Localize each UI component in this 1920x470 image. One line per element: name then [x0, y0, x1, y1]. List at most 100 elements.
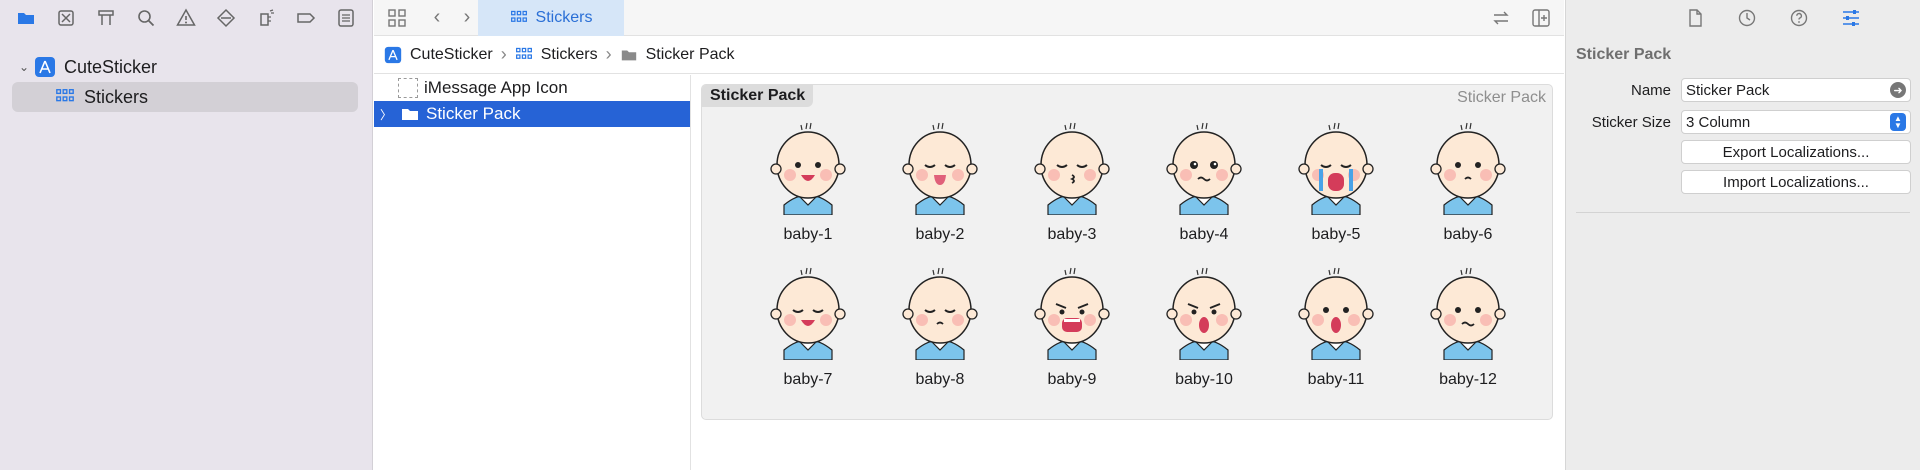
sticker-item[interactable]: baby-6 — [1402, 119, 1534, 244]
sticker-item[interactable]: baby-3 — [1006, 119, 1138, 244]
chevron-right-icon: › — [605, 44, 612, 64]
folder-icon — [402, 109, 418, 120]
sticker-grid: baby-1 baby-2 baby-3 baby-4 baby-5 baby-6 baby… — [742, 119, 1542, 389]
tab-label: Stickers — [535, 9, 593, 26]
export-localizations-button[interactable]: Export Localizations... — [1681, 140, 1911, 164]
name-label: Name — [1630, 81, 1671, 99]
issue-icon[interactable] — [170, 4, 202, 32]
sticker-size-label: Sticker Size — [1591, 113, 1671, 131]
asset-catalog-icon — [510, 10, 527, 22]
asset-catalog-icon — [515, 47, 532, 59]
help-inspector-icon[interactable] — [1783, 4, 1815, 32]
disclosure-chevron-icon[interactable]: ⌄ — [14, 60, 34, 74]
folder-icon — [621, 50, 636, 60]
sticker-item[interactable]: baby-7 — [742, 264, 874, 389]
sticker-size-property: Sticker Size 3 Column ▲ ▼ — [1566, 110, 1920, 134]
file-inspector-icon[interactable] — [1679, 4, 1711, 32]
grid-icon[interactable] — [382, 4, 412, 32]
sticker-item[interactable]: baby-2 — [874, 119, 1006, 244]
name-property: Name Sticker Pack ➜ — [1566, 78, 1920, 102]
tab-bar-controls — [1486, 0, 1564, 36]
sticker-pack-panel: Sticker Pack Sticker Pack baby-1 baby-2 ba… — [701, 84, 1553, 420]
breadcrumb-label: CuteSticker — [410, 45, 493, 63]
project-name: CuteSticker — [64, 56, 158, 77]
report-icon[interactable] — [330, 4, 362, 32]
baby-face-icon — [1024, 119, 1120, 220]
baby-face-icon — [760, 119, 856, 220]
asset-label: Sticker Pack — [426, 104, 521, 123]
sticker-item[interactable]: baby-10 — [1138, 264, 1270, 389]
sticker-name: baby-3 — [1047, 226, 1097, 243]
name-field[interactable]: Sticker Pack ➜ — [1681, 78, 1911, 102]
breadcrumb-label: Sticker Pack — [645, 45, 735, 63]
navigator-tree: ⌄ CuteSticker Stickers — [0, 36, 372, 112]
baby-face-icon — [892, 264, 988, 365]
history-inspector-icon[interactable] — [1731, 4, 1763, 32]
symbol-icon[interactable] — [90, 4, 122, 32]
baby-face-icon — [1156, 119, 1252, 220]
folder-icon[interactable] — [10, 4, 42, 32]
sticker-item[interactable]: baby-12 — [1402, 264, 1534, 389]
project-navigator: ⌄ CuteSticker Stickers — [0, 0, 373, 470]
inspector-tabs — [1566, 0, 1920, 36]
breakpoint-icon[interactable] — [290, 4, 322, 32]
debug-icon[interactable] — [250, 4, 282, 32]
sticker-item[interactable]: baby-4 — [1138, 119, 1270, 244]
test-icon[interactable] — [210, 4, 242, 32]
baby-face-icon — [760, 264, 856, 365]
sticker-pack-title: Sticker Pack — [702, 85, 814, 107]
source-control-icon[interactable] — [50, 4, 82, 32]
baby-face-icon — [1420, 119, 1516, 220]
placeholder-icon — [398, 78, 418, 98]
up-down-chevron-icon: ▲ ▼ — [1890, 113, 1906, 131]
disclosure-chevron-icon[interactable]: 〉 — [380, 106, 392, 123]
sticker-item[interactable]: baby-9 — [1006, 264, 1138, 389]
baby-face-icon — [1288, 264, 1384, 365]
baby-face-icon — [1156, 264, 1252, 365]
jump-bar: CuteSticker › Stickers › Sticker Pack — [374, 36, 1564, 74]
sticker-size-popup[interactable]: 3 Column ▲ ▼ — [1681, 110, 1911, 134]
asset-catalog-icon — [54, 86, 76, 108]
sticker-name: baby-6 — [1443, 226, 1493, 243]
sticker-item[interactable]: baby-1 — [742, 119, 874, 244]
sticker-name: baby-11 — [1307, 371, 1365, 388]
sticker-item[interactable]: baby-8 — [874, 264, 1006, 389]
chevron-right-icon: › — [500, 44, 507, 64]
editor-area: ‹ › Stickers CuteSticker › Stickers › St… — [374, 0, 1564, 470]
divider — [1576, 212, 1910, 213]
asset-item-sticker-pack[interactable]: 〉 Sticker Pack — [374, 101, 690, 127]
back-arrow-icon[interactable]: ‹ — [422, 4, 452, 32]
sticker-name: baby-9 — [1047, 371, 1097, 388]
find-icon[interactable] — [130, 4, 162, 32]
baby-face-icon — [1420, 264, 1516, 365]
breadcrumb-project[interactable]: CuteSticker — [384, 46, 493, 64]
tree-item-project[interactable]: ⌄ CuteSticker — [0, 52, 372, 82]
swap-arrows-icon[interactable] — [1486, 4, 1516, 32]
sticker-name: baby-1 — [783, 226, 833, 243]
tree-item-stickers[interactable]: Stickers — [12, 82, 358, 112]
inspector-section-title: Sticker Pack — [1576, 46, 1672, 63]
group-name: Stickers — [84, 86, 149, 107]
attributes-inspector-icon[interactable] — [1835, 4, 1867, 32]
sticker-name: baby-12 — [1439, 371, 1497, 388]
baby-face-icon — [1288, 119, 1384, 220]
breadcrumb-sticker-pack[interactable]: Sticker Pack — [620, 46, 735, 64]
sticker-name: baby-10 — [1175, 371, 1233, 388]
sticker-size-value: 3 Column — [1686, 113, 1751, 131]
name-value: Sticker Pack — [1686, 81, 1770, 99]
sticker-item[interactable]: baby-11 — [1270, 264, 1402, 389]
asset-item-imessage-app-icon[interactable]: iMessage App Icon — [374, 75, 690, 101]
app-project-icon — [34, 56, 56, 78]
import-localizations-button[interactable]: Import Localizations... — [1681, 170, 1911, 194]
breadcrumb-stickers[interactable]: Stickers — [515, 46, 598, 64]
editor-tab-bar: ‹ › Stickers — [374, 0, 1564, 36]
tab-stickers[interactable]: Stickers — [478, 0, 624, 36]
asset-list: iMessage App Icon 〉 Sticker Pack — [374, 75, 691, 470]
arrow-right-circle-icon[interactable]: ➜ — [1890, 82, 1906, 98]
sticker-pack-caption: Sticker Pack — [1457, 89, 1546, 106]
baby-face-icon — [1024, 264, 1120, 365]
add-editor-icon[interactable] — [1526, 4, 1556, 32]
sticker-name: baby-5 — [1311, 226, 1361, 243]
sticker-item[interactable]: baby-5 — [1270, 119, 1402, 244]
app-project-icon — [384, 46, 402, 63]
